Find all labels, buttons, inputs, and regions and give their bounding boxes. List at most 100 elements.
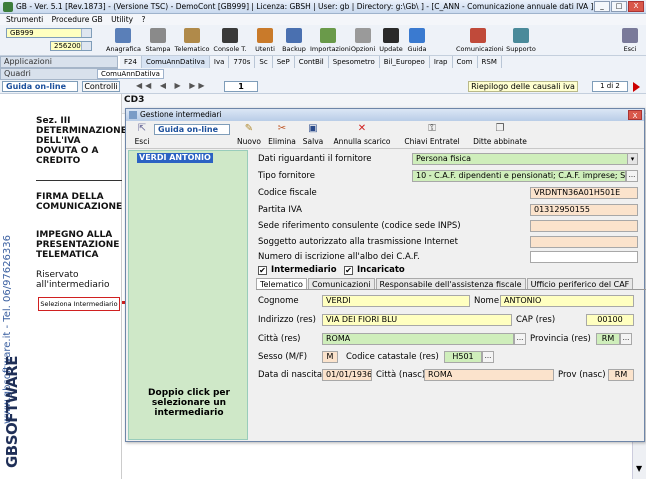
label-sesso: Sesso (M/F) — [258, 352, 308, 362]
nuovo-button[interactable]: ✎ Nuovo — [234, 123, 264, 146]
section-sez3: Sez. III DETERMINAZIONE DELL'IVA DOVUTA … — [36, 116, 127, 166]
close-button[interactable]: X — [628, 1, 644, 12]
annulla-scarico-button[interactable]: ✕ Annulla scarico — [330, 123, 394, 146]
tab-ufficio-periferico[interactable]: Ufficio periferico del CAF — [526, 278, 634, 289]
guida-button[interactable]: Guida — [406, 27, 428, 55]
menu-help[interactable]: ? — [142, 15, 146, 24]
tab-sc[interactable]: Sc — [255, 56, 273, 68]
anagrafica-button[interactable]: Anagrafica — [106, 27, 141, 55]
codice-fiscale-field[interactable]: VRDNTN36A01H501E — [530, 187, 638, 199]
riepilogo-button[interactable]: Riepilogo delle causali iva — [468, 81, 578, 92]
maximize-button[interactable]: □ — [611, 1, 627, 12]
tipo-fornitore-field[interactable]: 10 - C.A.F. dipendenti e pensionati; C.A… — [412, 170, 626, 182]
nav-row: Guida on-line Controlli ◀◀ ◀ ▶ ▶▶ 1 Riep… — [0, 80, 646, 94]
cancel-icon: ✕ — [357, 123, 367, 134]
citta-nasc-field[interactable]: ROMA — [424, 369, 554, 381]
tab-responsabile[interactable]: Responsabile dell'assistenza fiscale — [375, 278, 526, 289]
intermediari-list[interactable]: VERDI ANTONIO Doppio click per seleziona… — [128, 150, 248, 440]
tab-770s[interactable]: 770s — [229, 56, 256, 68]
elimina-button[interactable]: ✂ Elimina — [266, 123, 298, 146]
page-number[interactable]: 1 — [224, 81, 258, 92]
tab-comunicazioni[interactable]: Comunicazioni — [307, 278, 375, 289]
tab-telematico[interactable]: Telematico — [256, 278, 307, 289]
tipo-fornitore-lookup-button[interactable]: ... — [626, 170, 638, 182]
stampa-button[interactable]: Stampa — [144, 27, 172, 55]
ditte-abbinate-button[interactable]: ❐ Ditte abbinate — [468, 123, 532, 146]
backup-button[interactable]: Backup — [280, 27, 308, 55]
tab-sep[interactable]: SeP — [273, 56, 295, 68]
applicazioni-combo[interactable]: Applicazioni — [0, 56, 118, 68]
console-icon — [222, 28, 238, 43]
prov-nasc-field[interactable]: RM — [608, 369, 634, 381]
page-nav-arrows[interactable]: ◀◀ ◀ ▶ ▶▶ — [136, 81, 208, 90]
soggetto-autorizzato-field[interactable] — [530, 236, 638, 248]
label-incaricato: Incaricato — [357, 265, 405, 275]
subtab-comuanndatiiva[interactable]: ComuAnnDatiIva — [97, 69, 164, 79]
gbsoftware-logo: GBSOFTWARE — [3, 355, 21, 468]
anagrafica-icon — [115, 28, 131, 43]
dialog-toolbar: ⇱ Esci Guida on-line ✎ Nuovo ✂ Elimina ▣ Sal… — [126, 121, 644, 149]
numero-iscrizione-field[interactable] — [530, 251, 638, 263]
tab-iva[interactable]: Iva — [210, 56, 230, 68]
controlli-button[interactable]: Controlli — [82, 81, 120, 92]
codice-catastale-field[interactable]: H501 — [444, 351, 482, 363]
comunicazioni-button[interactable]: Comunicazioni — [456, 27, 504, 55]
tab-rsm[interactable]: RSM — [478, 56, 502, 68]
sede-consulente-field[interactable] — [530, 220, 638, 232]
opzioni-button[interactable]: Opzioni — [350, 27, 376, 55]
tab-contbil[interactable]: ContBil — [295, 56, 329, 68]
provincia-lookup-button[interactable]: ... — [620, 333, 632, 345]
cd3-label: CD3 — [124, 95, 145, 105]
code-combo[interactable]: 256200 - — [50, 41, 92, 51]
tab-bil-europeo[interactable]: Bil_Europeo — [380, 56, 430, 68]
cognome-field[interactable]: VERDI — [322, 295, 470, 307]
tab-irap[interactable]: Irap — [430, 56, 453, 68]
scroll-down-icon[interactable]: ▼ — [636, 464, 642, 473]
label-nome: Nome — [474, 296, 500, 306]
intermediario-checkbox[interactable]: ✔ — [258, 266, 267, 275]
provincia-field[interactable]: RM — [596, 333, 620, 345]
tab-f24[interactable]: F24 — [120, 56, 142, 68]
importazioni-button[interactable]: Importazioni — [310, 27, 351, 55]
tab-com[interactable]: Com — [453, 56, 478, 68]
menu-utility[interactable]: Utility — [111, 15, 133, 24]
cap-field[interactable]: 00100 — [586, 314, 634, 326]
dialog-esci-button[interactable]: ⇱ Esci — [134, 123, 150, 146]
sesso-field[interactable]: M — [322, 351, 338, 363]
window-title: GB - Ver. 5.1 [Rev.1873] - (Versione TSC… — [16, 2, 594, 11]
new-icon: ✎ — [244, 123, 254, 134]
guida-online-button[interactable]: Guida on-line — [2, 81, 78, 92]
minimize-button[interactable]: _ — [594, 1, 610, 12]
data-nascita-field[interactable]: 01/01/1936 — [322, 369, 372, 381]
options-icon — [355, 28, 371, 43]
seleziona-intermediario-button[interactable]: Seleziona Intermediario — [38, 297, 120, 311]
label-cap: CAP (res) — [516, 315, 556, 325]
next-page-icon[interactable] — [633, 82, 640, 92]
chiavi-entratel-button[interactable]: ⚿ Chiavi Entratel — [400, 123, 464, 146]
supporto-button[interactable]: Supporto — [504, 27, 538, 55]
console-button[interactable]: Console T. — [212, 27, 248, 55]
section-firma: FIRMA DELLA COMUNICAZIONE — [36, 192, 123, 212]
indirizzo-field[interactable]: VIA DEI FIORI BLU — [322, 314, 512, 326]
dati-fornitore-select[interactable]: Persona fisica — [412, 153, 638, 165]
nome-field[interactable]: ANTONIO — [500, 295, 634, 307]
menu-procedure[interactable]: Procedure GB — [52, 15, 103, 24]
partita-iva-field[interactable]: 01312950155 — [530, 204, 638, 216]
update-button[interactable]: Update — [378, 27, 404, 55]
tab-comuanndatiiva[interactable]: ComuAnnDatiIva — [141, 56, 210, 68]
company-combo[interactable]: GB999 — [6, 28, 92, 38]
utenti-button[interactable]: Utenti — [252, 27, 278, 55]
esci-button[interactable]: Esci — [618, 27, 642, 55]
dialog-guida-online-button[interactable]: Guida on-line — [154, 124, 230, 135]
comunicazioni-icon — [470, 28, 486, 43]
tab-spesometro[interactable]: Spesometro — [329, 56, 380, 68]
telematico-button[interactable]: Telematico — [174, 27, 210, 55]
citta-field[interactable]: ROMA — [322, 333, 514, 345]
dialog-close-button[interactable]: X — [628, 110, 642, 120]
salva-button[interactable]: ▣ Salva — [300, 123, 326, 146]
menu-strumenti[interactable]: Strumenti — [6, 15, 43, 24]
incaricato-checkbox[interactable]: ✔ — [344, 266, 353, 275]
codice-catastale-lookup-button[interactable]: ... — [482, 351, 494, 363]
list-item-selected[interactable]: VERDI ANTONIO — [137, 153, 213, 163]
citta-lookup-button[interactable]: ... — [514, 333, 526, 345]
